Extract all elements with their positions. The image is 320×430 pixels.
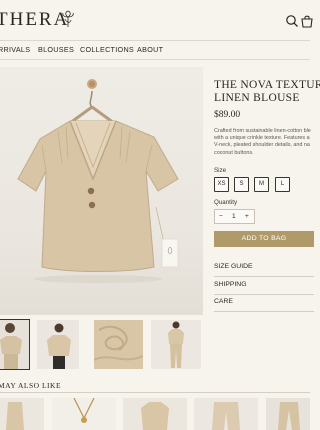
description-line: Crafted from sustainable linen-cotton bl… [214, 128, 311, 134]
recommended-image [266, 398, 310, 430]
recommended-product[interactable] [0, 398, 44, 430]
recommended-image [0, 398, 44, 430]
product-main-image[interactable] [0, 67, 203, 315]
thumbnail-model-front[interactable] [0, 319, 30, 370]
thumbnail-image [94, 320, 143, 369]
thumbnail-image [37, 320, 79, 369]
product-title: THE NOVA TEXTUR LINEN BLOUSE [214, 79, 320, 104]
accordion-label: CARE [214, 298, 233, 305]
accordion-label: SIZE GUIDE [214, 263, 253, 270]
site-header: THERA [0, 0, 313, 40]
also-like-heading: MAY ALSO LIKE [0, 381, 62, 390]
description-line: V-neck, pleated shoulder details, and na [214, 142, 310, 149]
quantity-label: Quantity [214, 199, 238, 206]
nav-blouses[interactable]: BLOUSES [38, 45, 74, 54]
thumbnail-model-full[interactable] [151, 320, 201, 369]
product-description: Crafted from sustainable linen-cotton bl… [214, 128, 314, 157]
quantity-decrease-button[interactable]: − [219, 210, 223, 223]
accordion-size-guide[interactable]: SIZE GUIDE [214, 259, 314, 277]
brand-logo[interactable]: THERA [0, 9, 69, 31]
nav-collections[interactable]: COLLECTIONS [80, 45, 134, 54]
thumbnail-image [0, 320, 29, 369]
section-divider [0, 392, 310, 393]
nav-about[interactable]: ABOUT [137, 45, 163, 54]
recommended-product[interactable] [123, 398, 187, 430]
recommended-image [194, 398, 258, 430]
accordion-label: SHIPPING [214, 281, 247, 288]
nav-new-arrivals[interactable]: RRIVALS [0, 45, 30, 54]
quantity-value[interactable]: 1 [232, 210, 236, 223]
thumbnail-image [151, 320, 201, 369]
recommended-image [123, 398, 187, 430]
quantity-increase-button[interactable]: + [245, 210, 249, 223]
bag-icon[interactable] [300, 14, 314, 28]
size-option-l[interactable]: L [275, 177, 290, 192]
size-label: Size [214, 167, 227, 174]
recommended-image [52, 398, 116, 430]
main-nav: RRIVALS BLOUSES COLLECTIONS ABOUT [0, 40, 310, 60]
size-option-xs[interactable]: XS [214, 177, 229, 192]
accordion-care[interactable]: CARE [214, 294, 314, 312]
recommended-product[interactable] [266, 398, 310, 430]
thumbnail-fabric-detail[interactable] [94, 320, 143, 369]
logo-flower-icon [62, 10, 74, 27]
quantity-stepper: − 1 + [214, 209, 255, 224]
add-to-bag-button[interactable]: ADD TO BAG [214, 231, 314, 247]
size-option-m[interactable]: M [254, 177, 269, 192]
product-price: $89.00 [214, 110, 241, 120]
recommended-product[interactable] [52, 398, 116, 430]
description-line: coconut buttons. [214, 149, 254, 156]
recommended-product[interactable] [194, 398, 258, 430]
accordion-shipping[interactable]: SHIPPING [214, 277, 314, 295]
search-icon[interactable] [285, 14, 299, 28]
blouse-photo [17, 79, 179, 283]
thumbnail-model-side[interactable] [37, 320, 79, 369]
description-line: with a unique crinkle texture. Features … [214, 135, 310, 142]
size-option-s[interactable]: S [234, 177, 249, 192]
